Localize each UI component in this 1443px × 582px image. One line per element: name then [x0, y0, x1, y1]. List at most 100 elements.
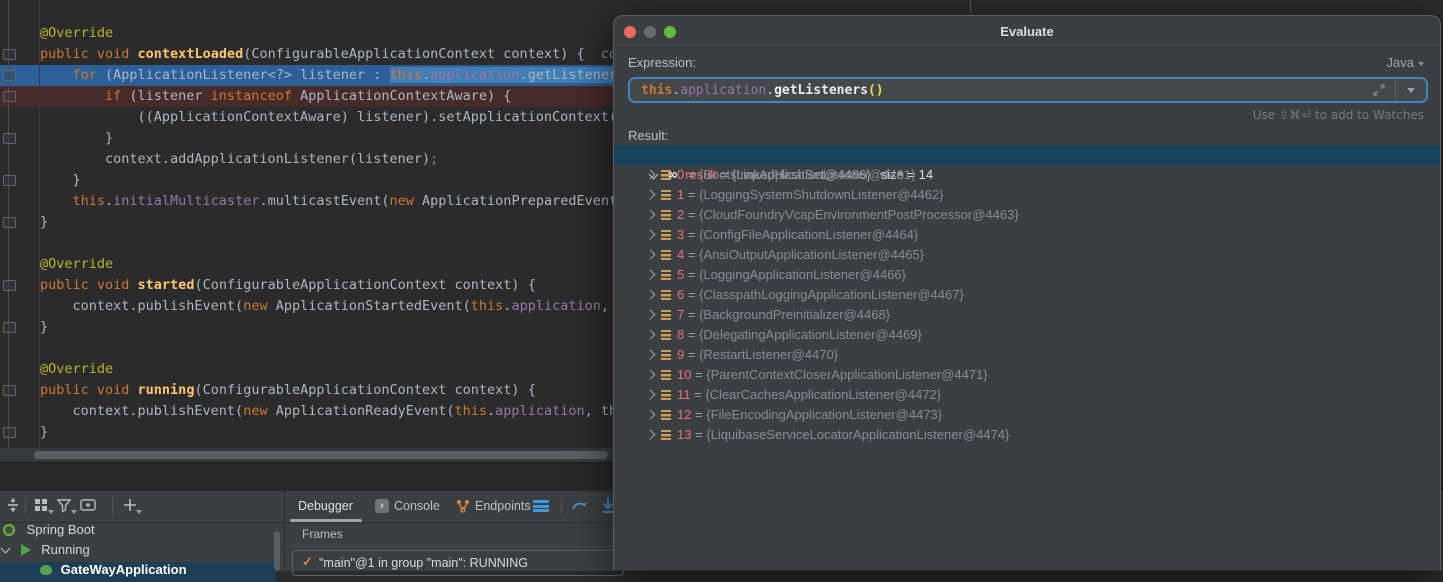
expression-text: this.application.getListeners() — [641, 81, 884, 101]
result-item[interactable]: 12 = {FileEncodingApplicationListener@44… — [614, 405, 1440, 425]
grid-options-icon[interactable] — [33, 497, 49, 513]
result-item[interactable]: 1 = {LoggingSystemShutdownListener@4462} — [614, 185, 1440, 205]
filter-caret — [71, 510, 77, 514]
item-value: {FileEncodingApplicationListener@4473} — [706, 407, 942, 422]
expand-icon[interactable] — [646, 310, 656, 320]
language-selector[interactable]: Java — [1387, 55, 1424, 70]
result-item[interactable]: 8 = {DelegatingApplicationListener@4469} — [614, 325, 1440, 345]
item-index: 11 — [677, 387, 691, 402]
field-icon — [661, 190, 671, 200]
fold-marker[interactable] — [3, 322, 16, 333]
tab-debugger[interactable]: Debugger — [298, 499, 353, 513]
result-item[interactable]: 10 = {ParentContextCloserApplicationList… — [614, 365, 1440, 385]
fold-marker[interactable] — [3, 175, 16, 186]
frames-header: Frames — [302, 527, 343, 541]
result-item[interactable]: 13 = {LiquibaseServiceLocatorApplication… — [614, 425, 1440, 445]
expand-icon[interactable] — [646, 190, 656, 200]
add-caret — [136, 510, 142, 514]
debug-bug-icon — [40, 565, 52, 575]
spring-boot-icon — [3, 524, 15, 536]
step-over-icon[interactable] — [571, 498, 589, 514]
run-tree-application[interactable]: GateWayApplication — [0, 562, 276, 582]
expand-icon[interactable] — [646, 170, 656, 180]
add-frame-icon[interactable] — [79, 497, 97, 513]
field-icon — [661, 230, 671, 240]
tab-endpoints[interactable]: Endpoints — [475, 499, 531, 513]
result-item[interactable]: 4 = {AnsiOutputApplicationListener@4465} — [614, 245, 1440, 265]
result-item[interactable]: 0 = {BootstrapApplicationListener@4461} — [614, 165, 1440, 185]
expand-icon[interactable] — [646, 330, 656, 340]
layout-options-icon[interactable] — [533, 500, 549, 512]
expand-icon[interactable] — [646, 410, 656, 420]
field-icon — [661, 370, 671, 380]
expand-icon[interactable] — [646, 270, 656, 280]
tab-console[interactable]: Console — [394, 499, 440, 513]
expression-label: Expression: — [628, 55, 696, 70]
expand-icon[interactable] — [646, 210, 656, 220]
thread-status: "main"@1 in group "main": RUNNING — [319, 556, 528, 570]
item-value: {LiquibaseServiceLocatorApplicationListe… — [706, 427, 1009, 442]
result-item[interactable]: 3 = {ConfigFileApplicationListener@4464} — [614, 225, 1440, 245]
expand-icon[interactable] — [646, 370, 656, 380]
expand-icon[interactable] — [646, 230, 656, 240]
field-icon — [661, 250, 671, 260]
fold-marker[interactable] — [3, 280, 16, 291]
expression-history-dropdown[interactable] — [1396, 79, 1426, 101]
horizontal-scrollbar-thumb[interactable] — [34, 451, 608, 459]
result-item[interactable]: 2 = {CloudFoundryVcapEnvironmentPostProc… — [614, 205, 1440, 225]
code-line: if (listener instanceof ApplicationConte… — [0, 86, 613, 107]
result-item[interactable]: 6 = {ClasspathLoggingApplicationListener… — [614, 285, 1440, 305]
evaluate-dialog: Evaluate Expression: Java this.applicati… — [613, 15, 1441, 570]
collapse-all-icon[interactable] — [5, 497, 21, 513]
item-value: {LoggingApplicationListener@4466} — [699, 267, 906, 282]
toolbar-separator — [561, 498, 562, 515]
chevron-down-icon — [1418, 62, 1424, 66]
run-tree-root[interactable]: Spring Boot — [0, 522, 276, 542]
editor-split-divider — [970, 0, 971, 13]
frames-separator — [285, 546, 613, 547]
run-icon — [21, 544, 31, 556]
horizontal-scrollbar[interactable] — [0, 448, 613, 462]
dialog-titlebar[interactable]: Evaluate — [614, 16, 1440, 48]
fold-marker[interactable] — [3, 133, 16, 144]
field-icon — [661, 270, 671, 280]
fold-marker[interactable] — [3, 70, 16, 81]
filter-icon[interactable] — [56, 497, 72, 513]
expand-icon[interactable] — [646, 250, 656, 260]
expand-icon[interactable] — [646, 390, 656, 400]
run-tree-running[interactable]: Running — [0, 542, 276, 562]
field-icon — [661, 330, 671, 340]
expand-icon[interactable] — [1, 544, 11, 554]
thread-selector[interactable]: ✓ "main"@1 in group "main": RUNNING — [292, 550, 624, 576]
item-value: {ConfigFileApplicationListener@4464} — [699, 227, 918, 242]
gutter-separator — [39, 0, 40, 448]
item-value: {BootstrapApplicationListener@4461} — [699, 167, 915, 182]
code-line: for (ApplicationListener<?> listener : t… — [0, 65, 613, 86]
expression-input[interactable]: this.application.getListeners() — [628, 77, 1428, 103]
result-root-row[interactable]: ∞result = {LinkedHashSet@4486}size = 14 — [614, 145, 1440, 165]
result-item[interactable]: 11 = {ClearCachesApplicationListener@447… — [614, 385, 1440, 405]
expand-icon[interactable] — [646, 290, 656, 300]
fold-marker[interactable] — [3, 217, 16, 228]
toolbar-separator — [25, 498, 26, 515]
item-value: {ParentContextCloserApplicationListener@… — [706, 367, 987, 382]
result-item[interactable]: 7 = {BackgroundPreinitializer@4468} — [614, 305, 1440, 325]
expand-icon[interactable] — [646, 430, 656, 440]
item-index: 13 — [677, 427, 691, 442]
expand-editor-icon[interactable] — [1372, 83, 1386, 97]
field-icon — [661, 170, 671, 180]
expand-icon[interactable] — [646, 350, 656, 360]
fold-marker[interactable] — [3, 385, 16, 396]
result-item[interactable]: 9 = {RestartListener@4470} — [614, 345, 1440, 365]
field-icon — [661, 350, 671, 360]
fold-marker[interactable] — [3, 91, 16, 102]
item-index: 10 — [677, 367, 691, 382]
field-icon — [661, 310, 671, 320]
fold-marker[interactable] — [3, 427, 16, 438]
chevron-down-icon — [1407, 88, 1415, 93]
result-item[interactable]: 5 = {LoggingApplicationListener@4466} — [614, 265, 1440, 285]
vertical-scrollbar-thumb[interactable] — [274, 531, 280, 571]
fold-marker[interactable] — [3, 49, 16, 60]
field-icon — [661, 410, 671, 420]
item-value: {DelegatingApplicationListener@4469} — [699, 327, 922, 342]
